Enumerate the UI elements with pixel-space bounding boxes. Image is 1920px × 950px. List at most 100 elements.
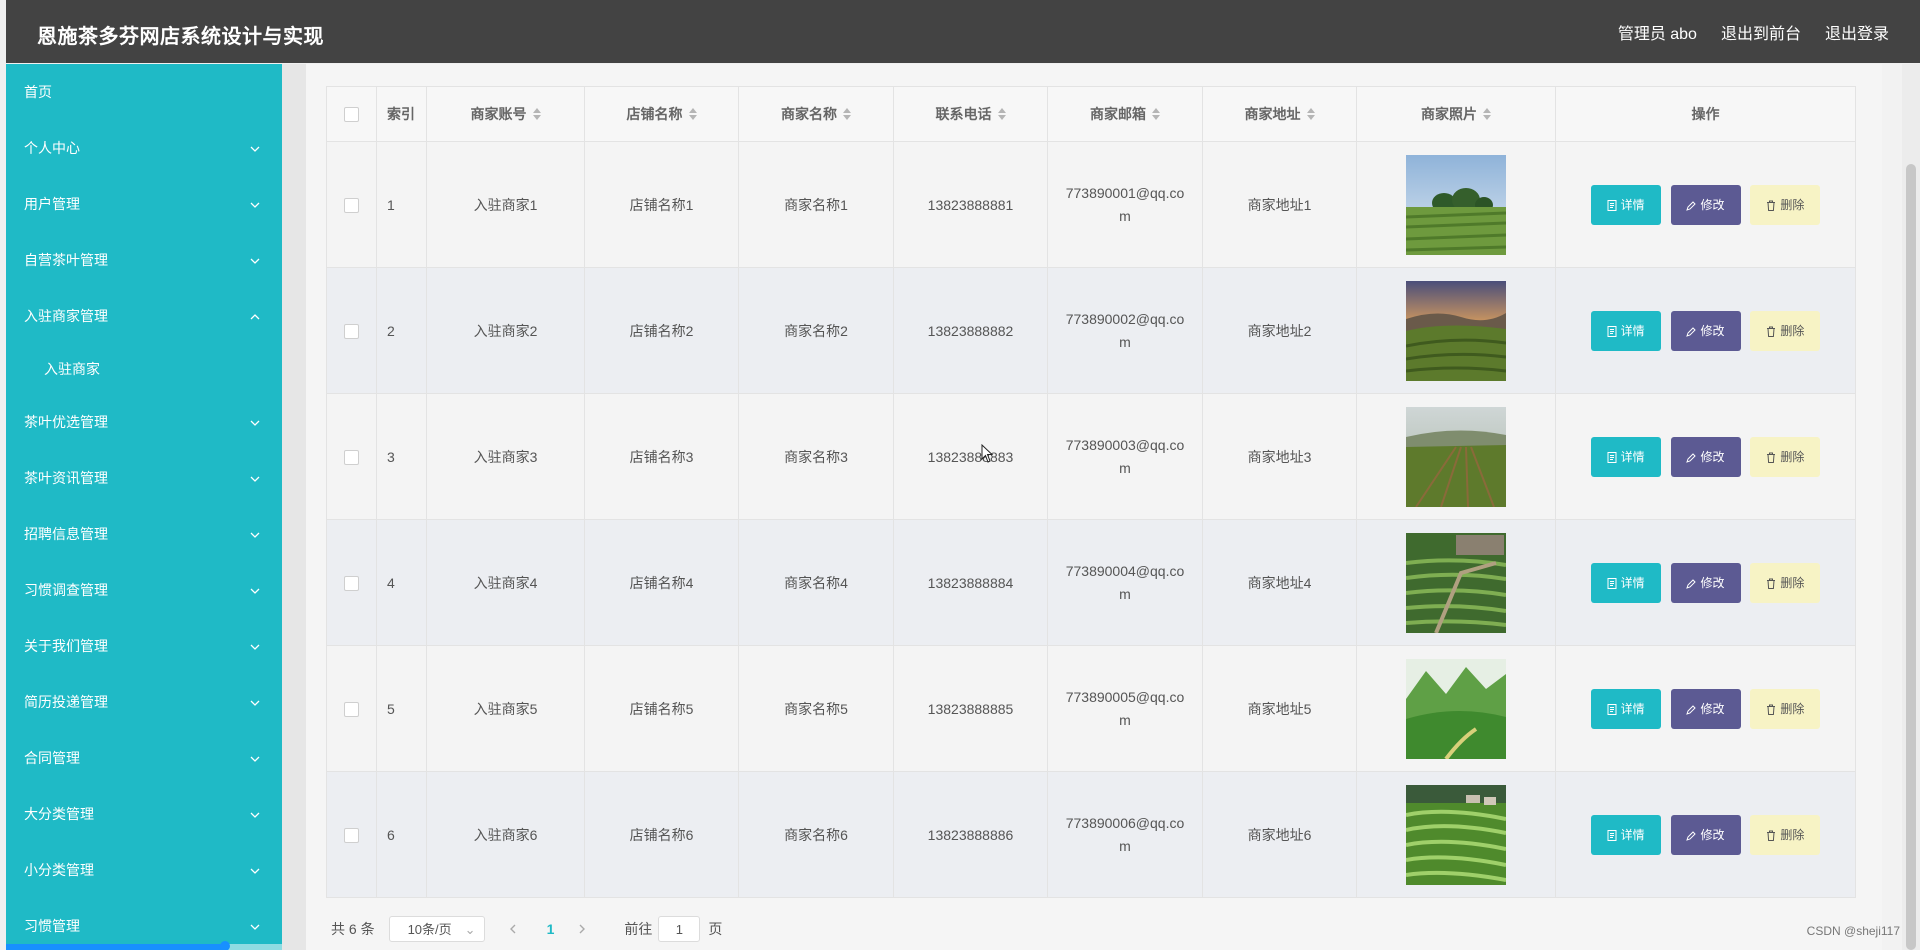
column-header-label: 联系电话 bbox=[935, 106, 992, 122]
sort-icon[interactable] bbox=[532, 107, 541, 123]
next-page-button[interactable] bbox=[578, 921, 586, 937]
sidebar-item-tea-news[interactable]: 茶叶资讯管理 bbox=[6, 450, 282, 506]
scrollbar-knob[interactable] bbox=[220, 941, 230, 950]
cell-name: 商家名称3 bbox=[738, 393, 894, 520]
document-icon bbox=[1607, 199, 1617, 211]
sidebar-item-habit-survey[interactable]: 习惯调查管理 bbox=[6, 562, 282, 618]
sidebar-item-major-category[interactable]: 大分类管理 bbox=[6, 786, 282, 842]
sort-icon[interactable] bbox=[1306, 107, 1315, 123]
prev-page-button[interactable] bbox=[509, 921, 517, 937]
vertical-scrollbar[interactable] bbox=[1902, 64, 1920, 950]
chevron-down-icon bbox=[250, 786, 260, 842]
cell-email: 773890003@qq.co m bbox=[1047, 393, 1203, 520]
sort-icon[interactable] bbox=[997, 107, 1006, 123]
sidebar-horizontal-scrollbar[interactable] bbox=[6, 941, 282, 950]
detail-button[interactable]: 详情 bbox=[1590, 310, 1661, 351]
edit-button[interactable]: 修改 bbox=[1670, 184, 1741, 225]
scrollbar-thumb[interactable] bbox=[6, 944, 224, 950]
delete-button[interactable]: 删除 bbox=[1750, 562, 1821, 603]
row-checkbox-cell bbox=[326, 393, 377, 520]
column-header-name[interactable]: 商家名称 bbox=[738, 86, 894, 142]
row-checkbox[interactable] bbox=[344, 449, 359, 465]
delete-button[interactable]: 删除 bbox=[1750, 184, 1821, 225]
delete-button[interactable]: 删除 bbox=[1750, 310, 1821, 351]
sidebar-item-personal-center[interactable]: 个人中心 bbox=[6, 120, 282, 176]
column-header-label: 商家地址 bbox=[1244, 106, 1301, 122]
page-size-select[interactable]: 10条/页 ⌄ bbox=[388, 916, 485, 942]
edit-button[interactable]: 修改 bbox=[1670, 688, 1741, 729]
email-line-2: m bbox=[1119, 837, 1131, 854]
cell-actions: 详情 修改 删除 bbox=[1555, 267, 1856, 394]
row-checkbox[interactable] bbox=[344, 701, 359, 717]
column-header-shop[interactable]: 店铺名称 bbox=[584, 86, 739, 142]
cell-shop: 店铺名称1 bbox=[584, 141, 739, 268]
detail-button[interactable]: 详情 bbox=[1590, 688, 1661, 729]
email-line-2: m bbox=[1119, 459, 1131, 476]
exit-to-front-link[interactable]: 退出到前台 bbox=[1721, 20, 1801, 44]
column-header-photo[interactable]: 商家照片 bbox=[1356, 86, 1556, 142]
detail-button[interactable]: 详情 bbox=[1590, 436, 1661, 477]
row-checkbox[interactable] bbox=[344, 323, 359, 339]
detail-button[interactable]: 详情 bbox=[1590, 184, 1661, 225]
admin-user-label[interactable]: 管理员 abo bbox=[1618, 20, 1697, 44]
row-checkbox-cell bbox=[326, 267, 377, 394]
sidebar-item-home[interactable]: 首页 bbox=[6, 64, 282, 120]
detail-button[interactable]: 详情 bbox=[1590, 562, 1661, 603]
sort-icon[interactable] bbox=[688, 107, 697, 123]
cell-index: 5 bbox=[376, 645, 427, 772]
trash-icon bbox=[1767, 830, 1776, 841]
sidebar-item-user-management[interactable]: 用户管理 bbox=[6, 176, 282, 232]
cell-name: 商家名称2 bbox=[738, 267, 894, 394]
delete-button[interactable]: 删除 bbox=[1750, 814, 1821, 855]
sidebar-item-own-tea[interactable]: 自营茶叶管理 bbox=[6, 232, 282, 288]
merchant-photo-tea-rows-valley bbox=[1406, 406, 1506, 507]
delete-button-label: 删除 bbox=[1780, 701, 1805, 716]
sort-icon[interactable] bbox=[1152, 107, 1160, 123]
logout-link[interactable]: 退出登录 bbox=[1825, 20, 1889, 44]
sidebar-item-resume[interactable]: 简历投递管理 bbox=[6, 674, 282, 730]
detail-button-label: 详情 bbox=[1620, 449, 1645, 464]
chevron-down-icon bbox=[250, 562, 260, 618]
email-line-1: 773890005@qq.co bbox=[1065, 688, 1185, 705]
column-header-account[interactable]: 商家账号 bbox=[426, 86, 585, 142]
sidebar-item-minor-category[interactable]: 小分类管理 bbox=[6, 842, 282, 898]
delete-button[interactable]: 删除 bbox=[1750, 436, 1821, 477]
row-checkbox[interactable] bbox=[344, 197, 359, 213]
column-header-phone[interactable]: 联系电话 bbox=[893, 86, 1048, 142]
sidebar-item-about-us[interactable]: 关于我们管理 bbox=[6, 618, 282, 674]
top-header: 恩施茶多芬网店系统设计与实现 管理员 abo 退出到前台 退出登录 bbox=[6, 0, 1920, 63]
edit-button[interactable]: 修改 bbox=[1670, 562, 1741, 603]
scrollbar-thumb[interactable] bbox=[1906, 164, 1916, 950]
edit-button[interactable]: 修改 bbox=[1670, 814, 1741, 855]
edit-button[interactable]: 修改 bbox=[1670, 310, 1741, 351]
cell-photo bbox=[1356, 771, 1556, 898]
sidebar-subitem-merchant[interactable]: 入驻商家 bbox=[6, 344, 282, 394]
sort-icon[interactable] bbox=[1483, 107, 1491, 123]
delete-button[interactable]: 删除 bbox=[1750, 688, 1821, 729]
edit-icon bbox=[1686, 326, 1697, 337]
sidebar-item-merchant-management[interactable]: 入驻商家管理 bbox=[6, 288, 282, 344]
row-checkbox[interactable] bbox=[344, 575, 359, 591]
row-checkbox-cell bbox=[326, 645, 377, 772]
cell-account: 入驻商家4 bbox=[426, 519, 585, 646]
cell-address: 商家地址4 bbox=[1202, 519, 1357, 646]
detail-button-label: 详情 bbox=[1620, 701, 1645, 716]
sort-icon[interactable] bbox=[843, 107, 851, 123]
sidebar-item-tea-selection[interactable]: 茶叶优选管理 bbox=[6, 394, 282, 450]
page-number-current[interactable]: 1 bbox=[547, 921, 555, 937]
sidebar-item-habit[interactable]: 习惯管理 bbox=[6, 898, 282, 950]
email-line-2: m bbox=[1119, 333, 1131, 350]
merchant-photo-tea-hills-sunset bbox=[1406, 280, 1506, 381]
sidebar-item-contract[interactable]: 合同管理 bbox=[6, 730, 282, 786]
edit-button[interactable]: 修改 bbox=[1670, 436, 1741, 477]
row-checkbox[interactable] bbox=[344, 827, 359, 843]
select-all-checkbox[interactable] bbox=[344, 107, 359, 123]
column-header-email[interactable]: 商家邮箱 bbox=[1047, 86, 1203, 142]
sidebar-item-recruitment[interactable]: 招聘信息管理 bbox=[6, 506, 282, 562]
column-header-address[interactable]: 商家地址 bbox=[1202, 86, 1357, 142]
detail-button[interactable]: 详情 bbox=[1590, 814, 1661, 855]
row-checkbox-cell bbox=[326, 141, 377, 268]
goto-page-input[interactable] bbox=[658, 916, 701, 942]
row-checkbox-cell bbox=[326, 519, 377, 646]
cell-index: 4 bbox=[376, 519, 427, 646]
